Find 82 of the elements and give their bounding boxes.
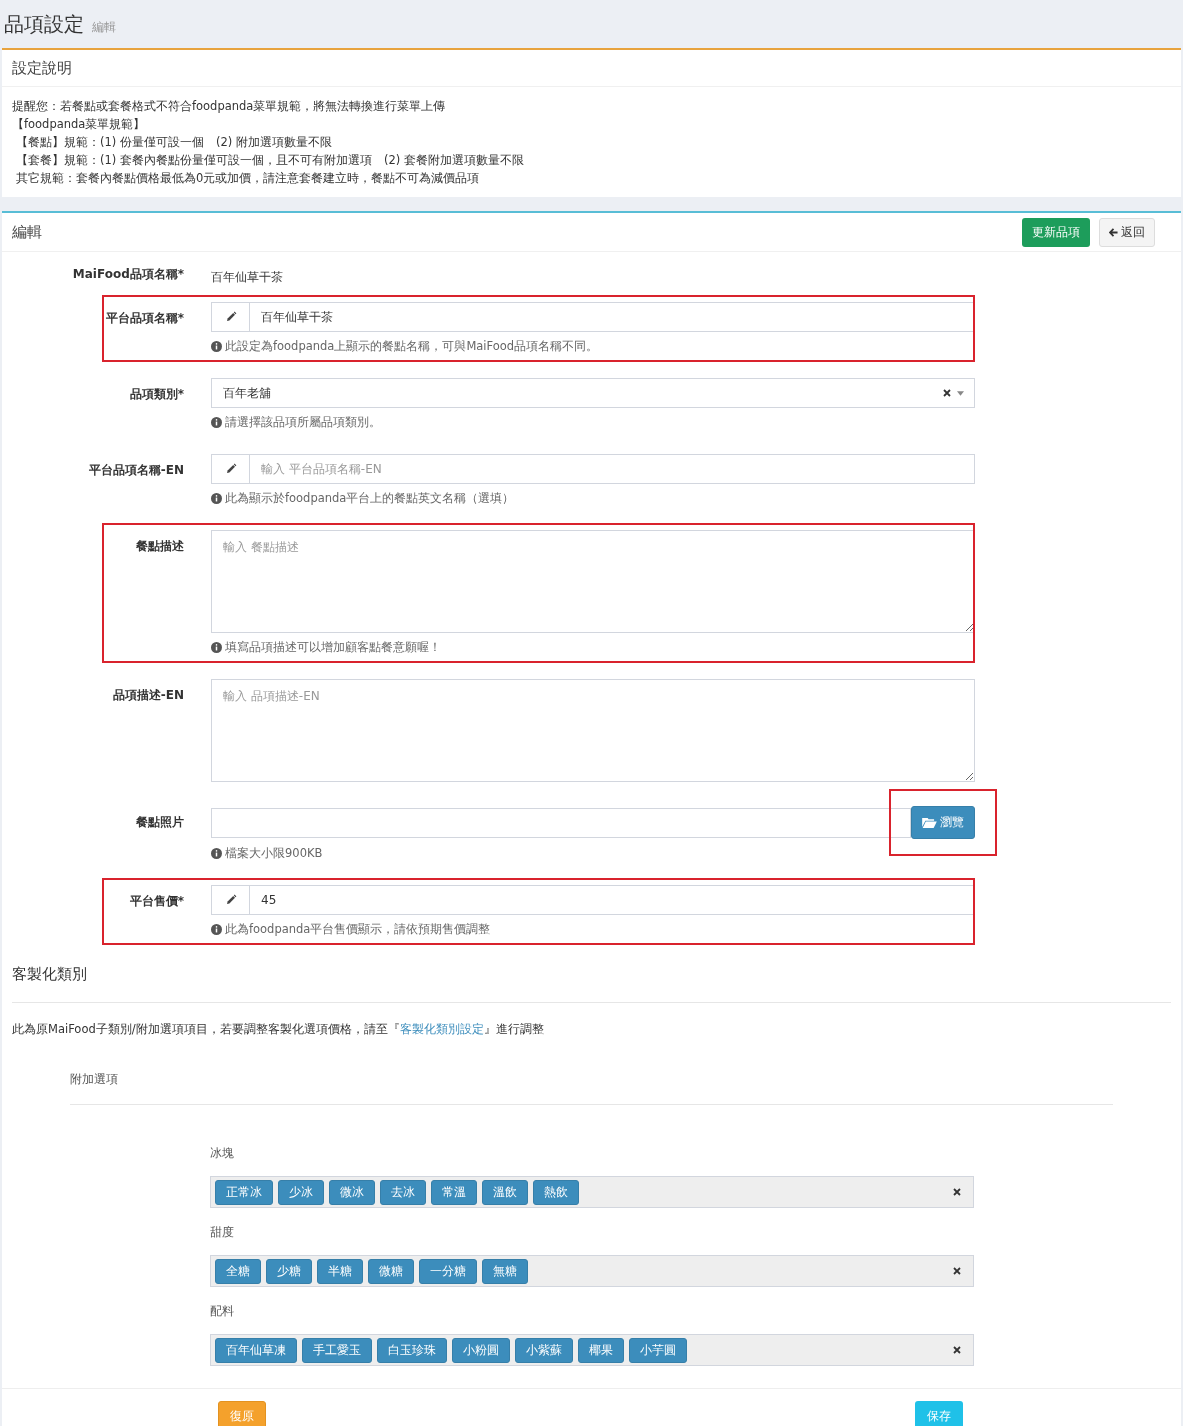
back-button[interactable]: 返回 (1099, 217, 1155, 247)
info-icon (211, 417, 222, 428)
reset-button[interactable]: 復原 (218, 1401, 266, 1426)
option-tag[interactable]: 微糖 (368, 1258, 414, 1284)
info-icon (211, 341, 222, 352)
panel-title: 設定說明 (12, 58, 72, 78)
pencil-icon (224, 894, 237, 906)
text-area[interactable]: 輸入 品項描述-EN (211, 679, 975, 782)
text-area[interactable]: 輸入 餐點描述 (211, 530, 975, 633)
field-label: 餐點照片 (136, 814, 184, 831)
option-tag[interactable]: 無糖 (482, 1258, 528, 1284)
option-tag[interactable]: 去冰 (380, 1179, 426, 1205)
option-tag[interactable]: 熱飲 (533, 1179, 579, 1205)
panel-title: 編輯 (12, 222, 42, 242)
option-tag[interactable]: 半糖 (317, 1258, 363, 1284)
arrow-left-icon (1109, 227, 1118, 237)
field-label: MaiFood品項名稱* (72, 266, 184, 283)
pencil-icon (224, 463, 237, 475)
tag-field[interactable]: 百年仙草凍 手工愛玉 白玉珍珠 小粉圓 小紫蘇 椰果 小芋圓 (210, 1334, 974, 1366)
option-tag[interactable]: 常溫 (431, 1179, 477, 1205)
page-title: 品項設定 (4, 10, 84, 38)
clear-icon[interactable] (953, 1346, 961, 1354)
field-label: 品項描述-EN (112, 687, 184, 704)
text-field[interactable]: 45 (249, 885, 975, 915)
option-tag[interactable]: 少糖 (266, 1258, 312, 1284)
option-tag[interactable]: 微冰 (329, 1179, 375, 1205)
tag-field[interactable]: 全糖 少糖 半糖 微糖 一分糖 無糖 (210, 1255, 974, 1287)
option-tag[interactable]: 少冰 (278, 1179, 324, 1205)
text-field[interactable]: 百年仙草干茶 (249, 302, 975, 332)
field-value: 百年仙草干茶 (211, 270, 283, 284)
note-text: 此為原MaiFood子類別/附加選項項目，若要調整客製化選項價格，請至『客製化類別設定』進行調整 (12, 1022, 545, 1037)
option-tag[interactable]: 正常冰 (215, 1179, 273, 1205)
notice-line: 提醒您：若餐點或套餐格式不符合foodpanda菜單規範，將無法轉換進行菜單上傳 (12, 98, 447, 115)
option-tag[interactable]: 全糖 (215, 1258, 261, 1284)
section-title: 客製化類別 (12, 964, 88, 984)
option-tag[interactable]: 小紫蘇 (515, 1337, 573, 1363)
caret-icon (957, 390, 964, 396)
option-tag[interactable]: 椰果 (578, 1337, 624, 1363)
notice-line: 其它規範：套餐內餐點價格最低為0元或加價，請注意套餐建立時，餐點不可為減價品項 (15, 170, 481, 187)
field-label: 品項類別* (129, 386, 184, 403)
help-text: 此為foodpanda平台售價顯示，請依預期售價調整 (225, 922, 491, 937)
pencil-icon (224, 311, 237, 323)
option-tag[interactable]: 小芋圓 (629, 1337, 687, 1363)
notice-line: 【foodpanda菜單規範】 (12, 116, 147, 133)
help-text: 此為顯示於foodpanda平台上的餐點英文名稱（選填） (225, 491, 515, 506)
option-tag[interactable]: 小粉圓 (452, 1337, 510, 1363)
folder-icon (922, 817, 937, 828)
clear-icon[interactable] (953, 1267, 961, 1275)
option-tag[interactable]: 一分糖 (419, 1258, 477, 1284)
notice-line: 【餐點】規範：(1) 份量僅可設一個 (2) 附加選項數量不限 (15, 134, 333, 151)
browse-button[interactable]: 瀏覽 (911, 806, 975, 839)
help-text: 此設定為foodpanda上顯示的餐點名稱，可與MaiFood品項名稱不同。 (225, 339, 599, 354)
info-icon (211, 924, 222, 935)
option-tag[interactable]: 手工愛玉 (302, 1337, 372, 1363)
field-label: 餐點描述 (136, 538, 184, 555)
info-icon (211, 493, 222, 504)
notice-line: 【套餐】規範：(1) 套餐內餐點份量僅可設一個，且不可有附加選項 (2) 套餐附加選項數量不限 (15, 152, 525, 169)
category-select[interactable]: 百年老舖 (211, 378, 975, 408)
field-label: 平台售價* (129, 893, 184, 910)
help-text: 檔案大小限900KB (225, 846, 323, 861)
subsection-title: 附加選項 (70, 1071, 119, 1088)
page-subtitle: 編輯 (92, 18, 116, 36)
file-field[interactable] (211, 807, 911, 838)
option-tag[interactable]: 溫飲 (482, 1179, 528, 1205)
help-text: 請選擇該品項所屬品項類別。 (225, 415, 381, 430)
text-field[interactable]: 輸入 平台品項名稱-EN (249, 454, 975, 484)
group-label: 冰塊 (210, 1145, 235, 1162)
info-icon (211, 642, 222, 653)
field-label: 平台品項名稱* (105, 310, 184, 327)
settings-link[interactable]: 客製化類別設定 (399, 1022, 484, 1036)
save-button[interactable]: 保存 (915, 1401, 963, 1426)
info-icon (211, 848, 222, 859)
option-tag[interactable]: 白玉珍珠 (377, 1337, 447, 1363)
update-button[interactable]: 更新品項 (1022, 217, 1090, 247)
group-label: 甜度 (210, 1224, 235, 1241)
field-label: 平台品項名稱-EN (88, 462, 184, 479)
group-label: 配料 (210, 1303, 235, 1320)
tag-field[interactable]: 正常冰 少冰 微冰 去冰 常溫 溫飲 熱飲 (210, 1176, 974, 1208)
clear-icon[interactable] (953, 1188, 961, 1196)
option-tag[interactable]: 百年仙草凍 (215, 1337, 297, 1363)
help-text: 填寫品項描述可以增加顧客點餐意願喔！ (225, 640, 441, 655)
clear-icon[interactable] (943, 389, 951, 397)
